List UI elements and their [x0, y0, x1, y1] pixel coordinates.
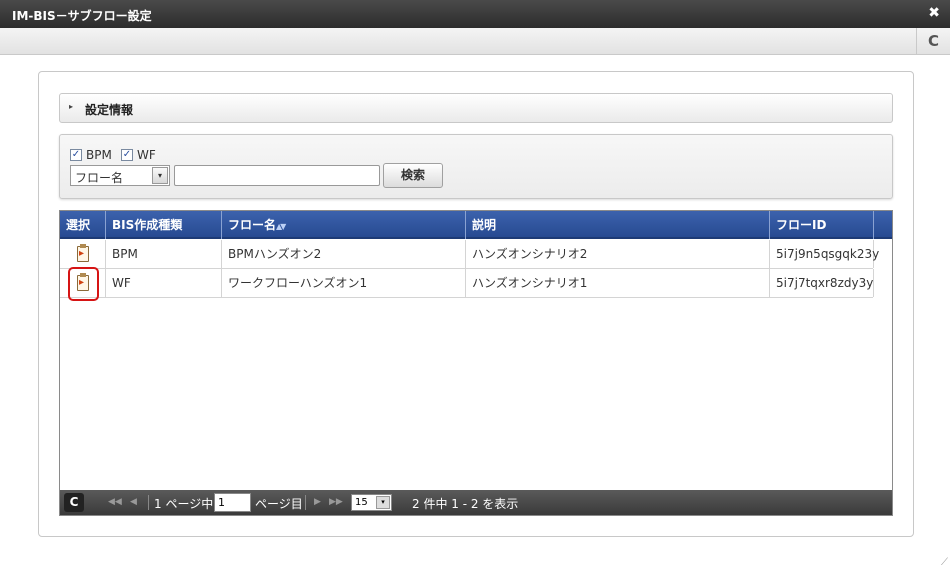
page-size-select[interactable]: 15 ▾ [351, 494, 392, 511]
column-header-description[interactable]: 説明 [466, 211, 770, 239]
settings-section-label: 設定情報 [85, 103, 134, 117]
column-header-select: 選択 [60, 211, 106, 239]
flow-name-cell: BPMハンズオン2 [222, 240, 466, 268]
search-field-value: フロー名 [75, 171, 124, 185]
search-button[interactable]: 検索 [383, 163, 443, 188]
last-page-icon[interactable]: ▶▶ [329, 497, 343, 507]
expand-arrow-icon: ▸ [69, 102, 74, 111]
search-field-select[interactable]: フロー名 ▾ [70, 165, 170, 186]
column-header-type[interactable]: BIS作成種類 [106, 211, 222, 239]
type-cell: BPM [106, 240, 222, 268]
column-header-flow-id[interactable]: フローID [770, 211, 874, 239]
window-title: IM-BIS－サブフロー設定 [12, 9, 152, 23]
search-input[interactable] [174, 165, 380, 186]
resize-handle-icon[interactable]: ⟋ [941, 557, 948, 568]
page-size-value: 15 [355, 497, 368, 508]
pagination-bar: C ◀◀ ◀ 1 ページ中 1 ページ目 ▶ ▶▶ 15 ▾ 2 件中 1 - … [60, 490, 892, 515]
sort-icon: ▲▼ [276, 222, 286, 231]
flow-name-cell: ワークフローハンズオン1 [222, 269, 466, 297]
chevron-down-icon[interactable]: ▾ [152, 167, 168, 184]
table-header: 選択 BIS作成種類 フロー名▲▼ 説明 フローID [60, 211, 892, 239]
pager-separator [148, 495, 149, 510]
close-icon[interactable]: ✖ [928, 5, 940, 21]
select-flow-icon[interactable] [77, 244, 89, 262]
first-page-icon[interactable]: ◀◀ [108, 497, 122, 507]
settings-section-toggle[interactable]: ▸ 設定情報 [59, 93, 893, 123]
result-summary: 2 件中 1 - 2 を表示 [412, 497, 519, 511]
total-pages-text: 1 ページ中 [154, 497, 214, 511]
page-number-input[interactable]: 1 [214, 493, 251, 512]
refresh-icon[interactable]: C [916, 28, 950, 54]
select-cell [60, 240, 106, 268]
flow-id-cell: 5i7j9n5qsgqk23y [770, 240, 879, 268]
prev-page-icon[interactable]: ◀ [130, 497, 137, 507]
next-page-icon[interactable]: ▶ [314, 497, 321, 507]
window-titlebar: IM-BIS－サブフロー設定 ✖ [0, 0, 950, 28]
content-panel: ▸ 設定情報 ✓ BPM ✓ WF フロー名 ▾ 検索 選択 BIS作成種類 フ… [38, 71, 914, 537]
bpm-checkbox-label: BPM [86, 148, 112, 162]
window-toolbar: C [0, 28, 950, 55]
chevron-down-icon[interactable]: ▾ [376, 496, 390, 509]
bpm-checkbox[interactable]: ✓ BPM [70, 148, 112, 162]
description-cell: ハンズオンシナリオ2 [466, 240, 770, 268]
refresh-icon[interactable]: C [64, 493, 84, 512]
search-form: ✓ BPM ✓ WF フロー名 ▾ 検索 [59, 134, 893, 199]
wf-checkbox[interactable]: ✓ WF [121, 148, 156, 162]
checkbox-check-icon: ✓ [121, 149, 133, 161]
column-header-flow-name[interactable]: フロー名▲▼ [222, 211, 466, 239]
page-suffix-text: ページ目 [255, 497, 303, 511]
table-row: BPM BPMハンズオン2 ハンズオンシナリオ2 5i7j9n5qsgqk23y [60, 240, 879, 269]
type-cell: WF [106, 269, 222, 297]
checkbox-check-icon: ✓ [70, 149, 82, 161]
pager-separator [305, 495, 306, 510]
highlight-box [68, 267, 99, 301]
flow-name-header-label: フロー名 [228, 218, 277, 232]
flow-table: 選択 BIS作成種類 フロー名▲▼ 説明 フローID BPM BPMハンズオン2… [59, 210, 893, 516]
wf-checkbox-label: WF [137, 148, 156, 162]
table-row: WF ワークフローハンズオン1 ハンズオンシナリオ1 5i7j7tqxr8zdy… [60, 269, 874, 298]
description-cell: ハンズオンシナリオ1 [466, 269, 770, 297]
flow-id-cell: 5i7j7tqxr8zdy3y [770, 269, 874, 297]
